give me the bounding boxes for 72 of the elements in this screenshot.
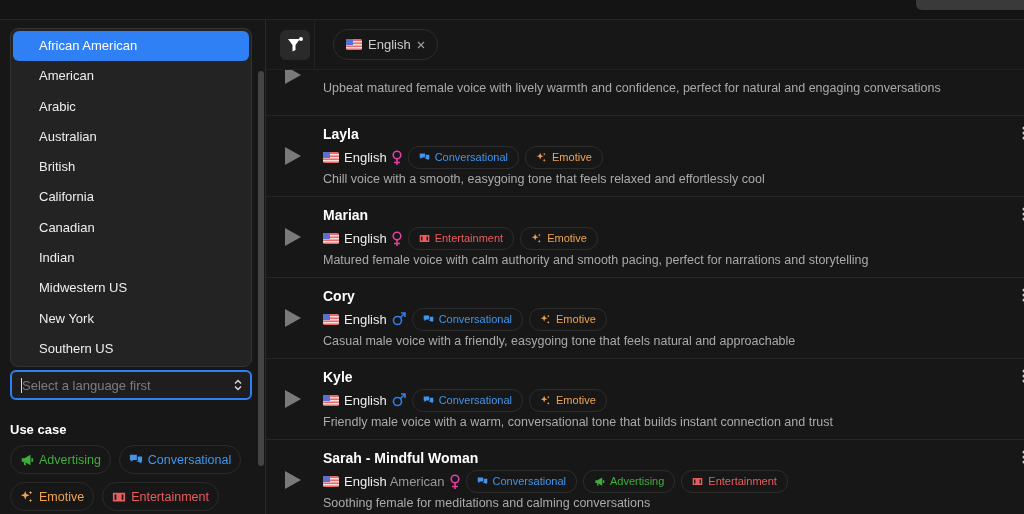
dropdown-option[interactable]: Arabic <box>13 91 249 122</box>
play-icon[interactable] <box>284 389 302 409</box>
sparkle-icon <box>20 489 34 504</box>
tag: Conversational <box>465 469 577 493</box>
tag: Emotive <box>529 388 607 412</box>
tag: Conversational <box>411 388 523 412</box>
tag: Emotive <box>525 145 603 169</box>
dropdown-option[interactable]: Southern US <box>13 333 249 365</box>
chevron-updown-icon <box>234 379 242 392</box>
filter-icon <box>287 36 303 53</box>
language-label: English <box>344 311 387 327</box>
dropdown-option[interactable]: New York <box>13 303 249 334</box>
sparkle-icon <box>540 313 551 325</box>
voice-description: Matured female voice with calm authority and smooth pacing, perfect for narrations and storytelling <box>323 253 870 267</box>
language-label: English <box>344 149 387 165</box>
accent-select[interactable]: Select a language first <box>10 370 252 401</box>
voice-name: Kyle <box>323 369 353 385</box>
film-icon <box>692 475 704 487</box>
chat-icon <box>476 475 488 487</box>
megaphone-icon <box>20 452 34 467</box>
flag-icon <box>323 232 339 244</box>
filter-button[interactable] <box>280 29 310 60</box>
dropdown-option[interactable]: American <box>13 61 249 92</box>
tag: Conversational <box>411 307 523 331</box>
flag-icon <box>323 394 339 406</box>
sparkle-icon <box>540 394 551 406</box>
close-icon[interactable] <box>416 40 425 49</box>
flag-icon <box>323 475 339 487</box>
dropdown-option[interactable]: Midwestern US <box>13 273 249 304</box>
play-icon[interactable] <box>284 146 302 166</box>
chat-icon <box>422 313 434 325</box>
dropdown-option[interactable]: Indian <box>13 243 249 274</box>
film-icon <box>418 232 430 244</box>
sparkle-icon <box>531 232 543 244</box>
dropdown-option[interactable]: British <box>13 152 249 183</box>
flag-icon <box>323 151 339 163</box>
voice-name: Marian <box>323 207 369 223</box>
voice-description: Chill voice with a smooth, easygoing tone that feels relaxed and effortlessly cool <box>323 172 766 186</box>
megaphone-icon <box>593 475 605 487</box>
tag: Entertainment <box>407 226 515 250</box>
filter-chip[interactable]: English <box>333 29 438 60</box>
placeholder-text: Select a language first <box>22 377 152 393</box>
play-icon[interactable] <box>284 470 302 490</box>
accent-label: American <box>389 473 445 489</box>
voice-name: Sarah - Mindful Woman <box>323 450 479 466</box>
tag: Advertising <box>582 469 676 493</box>
flag-icon <box>346 39 362 50</box>
language-label: English <box>344 473 387 489</box>
voice-name: Layla <box>323 126 359 142</box>
dropdown-option[interactable]: Canadian <box>13 212 249 244</box>
voice-name: Cory <box>323 288 355 304</box>
language-label: English <box>344 230 387 246</box>
dropdown-option[interactable]: Australian <box>13 121 249 153</box>
voice-description: Casual male voice with a friendly, easygoing tone that feels natural and approachable <box>323 334 797 348</box>
dropdown-option[interactable]: African American <box>13 31 249 62</box>
play-icon[interactable] <box>284 308 302 328</box>
tag: Entertainment <box>681 469 788 493</box>
flag-icon <box>323 313 339 325</box>
section-title: Use case <box>10 422 68 438</box>
sparkle-icon <box>536 151 547 163</box>
voice-description: Friendly male voice with a warm, conversational tone that builds instant connection and trust <box>323 415 834 429</box>
tag: Emotive <box>529 307 607 331</box>
tag: Conversational <box>407 145 519 169</box>
chat-icon <box>422 394 434 406</box>
tag: Emotive <box>520 226 598 250</box>
chat-icon <box>418 151 430 163</box>
voice-description: Upbeat matured female voice with lively warmth and confidence, perfect for natural and engaging conversations <box>323 81 942 95</box>
play-icon[interactable] <box>284 227 302 247</box>
dropdown-option[interactable]: California <box>13 182 249 213</box>
scrollbar[interactable] <box>258 71 264 466</box>
language-label: English <box>344 392 387 408</box>
voice-description: Soothing female for meditations and calming conversations <box>323 496 652 510</box>
